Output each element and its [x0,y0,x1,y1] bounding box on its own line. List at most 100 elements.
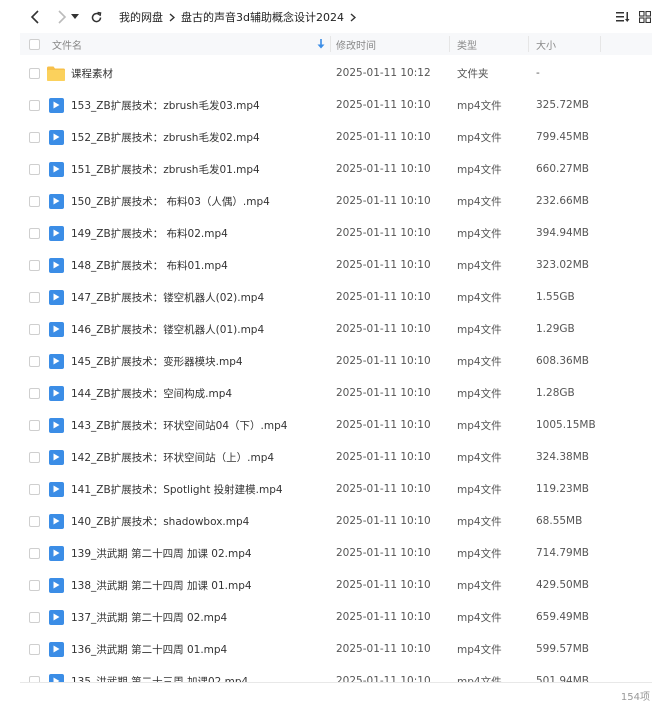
modified-time: 2025-01-11 10:10 [336,419,431,431]
modified-time: 2025-01-11 10:10 [336,195,431,207]
row-checkbox[interactable] [29,537,40,569]
row-checkbox[interactable] [29,601,40,633]
file-name: 146_ZB扩展技术：镂空机器人(01).mp4 [71,323,265,336]
file-row[interactable]: 145_ZB扩展技术：变形器模块.mp4 2025-01-11 10:10 mp4文… [20,345,652,377]
file-size: 119.23MB [536,483,590,495]
column-divider[interactable] [528,36,529,52]
video-file-icon [49,441,64,473]
row-checkbox[interactable] [29,633,40,665]
modified-time: 2025-01-11 10:10 [336,163,431,175]
row-checkbox[interactable] [29,665,40,682]
row-checkbox[interactable] [29,313,40,345]
row-checkbox[interactable] [29,441,40,473]
video-file-icon [49,249,64,281]
sort-button[interactable] [614,8,632,26]
file-row[interactable]: 149_ZB扩展技术： 布料02.mp4 2025-01-11 10:10 mp4文… [20,217,652,249]
file-name: 149_ZB扩展技术： 布料02.mp4 [71,227,228,240]
file-size: 323.02MB [536,259,590,271]
back-button[interactable] [25,6,47,28]
file-row[interactable]: 150_ZB扩展技术： 布料03（人偶）.mp4 2025-01-11 10:10… [20,185,652,217]
file-size: 714.79MB [536,547,590,559]
file-name: 139_洪武期 第二十四周 加课 02.mp4 [71,547,252,560]
file-type: mp4文件 [457,131,502,144]
file-row[interactable]: 153_ZB扩展技术：zbrush毛发03.mp4 2025-01-11 10:1… [20,89,652,121]
column-divider[interactable] [330,36,331,52]
video-file-icon [49,409,64,441]
file-row[interactable]: 152_ZB扩展技术：zbrush毛发02.mp4 2025-01-11 10:1… [20,121,652,153]
select-all-checkbox[interactable] [29,33,40,55]
row-checkbox[interactable] [29,89,40,121]
file-size: 394.94MB [536,227,590,239]
file-row[interactable]: 143_ZB扩展技术：环状空间站04（下）.mp4 2025-01-11 10:1… [20,409,652,441]
file-row[interactable]: 148_ZB扩展技术： 布料01.mp4 2025-01-11 10:10 mp4文… [20,249,652,281]
column-header-type[interactable]: 类型 [457,33,477,55]
file-size: 1.29GB [536,323,575,335]
file-row[interactable]: 138_洪武期 第二十四周 加课 01.mp4 2025-01-11 10:10 m… [20,569,652,601]
column-header-modified[interactable]: 修改时间 [336,33,376,55]
grid-view-button[interactable] [636,8,654,26]
file-row[interactable]: 141_ZB扩展技术：Spotlight 投射建模.mp4 2025-01-11 … [20,473,652,505]
row-checkbox[interactable] [29,249,40,281]
file-size: 324.38MB [536,451,590,463]
row-checkbox[interactable] [29,185,40,217]
video-file-icon [49,473,64,505]
file-row[interactable]: 142_ZB扩展技术：环状空间站（上）.mp4 2025-01-11 10:10 m… [20,441,652,473]
file-row[interactable]: 147_ZB扩展技术：镂空机器人(02).mp4 2025-01-11 10:10… [20,281,652,313]
caret-down-icon [71,14,79,19]
breadcrumb-item-root[interactable]: 我的网盘 [119,9,163,25]
folder-icon [47,57,65,89]
file-row[interactable]: 136_洪武期 第二十四周 01.mp4 2025-01-11 10:10 mp4文… [20,633,652,665]
history-dropdown-button[interactable] [68,6,82,28]
file-type: mp4文件 [457,99,502,112]
refresh-button[interactable] [85,6,107,28]
sort-descending-icon[interactable] [317,33,325,55]
column-header-name[interactable]: 文件名 [52,33,82,55]
file-type: mp4文件 [457,259,502,272]
breadcrumb: 我的网盘 盘古的声音3d辅助概念设计2024 [119,9,362,25]
row-checkbox[interactable] [29,121,40,153]
column-divider[interactable] [600,36,601,52]
video-file-icon [49,377,64,409]
file-type: mp4文件 [457,643,502,656]
row-checkbox[interactable] [29,377,40,409]
file-type: mp4文件 [457,355,502,368]
video-file-icon [49,505,64,537]
modified-time: 2025-01-11 10:10 [336,323,431,335]
file-type: mp4文件 [457,163,502,176]
file-type: mp4文件 [457,515,502,528]
file-type: mp4文件 [457,195,502,208]
video-file-icon [49,633,64,665]
file-row[interactable]: 140_ZB扩展技术：shadowbox.mp4 2025-01-11 10:10… [20,505,652,537]
column-divider[interactable] [449,36,450,52]
row-checkbox[interactable] [29,569,40,601]
file-name: 151_ZB扩展技术：zbrush毛发01.mp4 [71,163,260,176]
file-name: 144_ZB扩展技术：空间构成.mp4 [71,387,233,400]
row-checkbox[interactable] [29,345,40,377]
file-row[interactable]: 144_ZB扩展技术：空间构成.mp4 2025-01-11 10:10 mp4文件… [20,377,652,409]
file-row[interactable]: 139_洪武期 第二十四周 加课 02.mp4 2025-01-11 10:10 m… [20,537,652,569]
row-checkbox[interactable] [29,473,40,505]
file-row[interactable]: 137_洪武期 第二十四周 02.mp4 2025-01-11 10:10 mp4文… [20,601,652,633]
breadcrumb-item-current[interactable]: 盘古的声音3d辅助概念设计2024 [181,9,344,25]
file-type: mp4文件 [457,579,502,592]
row-checkbox[interactable] [29,409,40,441]
folder-row[interactable]: 课程素材 2025-01-11 10:12 文件夹 - [20,57,652,89]
file-row[interactable]: 151_ZB扩展技术：zbrush毛发01.mp4 2025-01-11 10:1… [20,153,652,185]
file-name: 145_ZB扩展技术：变形器模块.mp4 [71,355,243,368]
file-row[interactable]: 135_洪武期 第二十三周 加课02.mp4 2025-01-11 10:10 mp… [20,665,652,682]
row-checkbox[interactable] [29,217,40,249]
modified-time: 2025-01-11 10:10 [336,547,431,559]
file-type: mp4文件 [457,483,502,496]
file-row[interactable]: 146_ZB扩展技术：镂空机器人(01).mp4 2025-01-11 10:10… [20,313,652,345]
file-name: 135_洪武期 第二十三周 加课02.mp4 [71,675,249,683]
divider [20,682,652,683]
row-checkbox[interactable] [29,57,40,89]
file-type: mp4文件 [457,323,502,336]
row-checkbox[interactable] [29,153,40,185]
row-checkbox[interactable] [29,281,40,313]
column-header-size[interactable]: 大小 [536,33,556,55]
file-name: 课程素材 [71,67,113,80]
row-checkbox[interactable] [29,505,40,537]
video-file-icon [49,217,64,249]
video-file-icon [49,537,64,569]
